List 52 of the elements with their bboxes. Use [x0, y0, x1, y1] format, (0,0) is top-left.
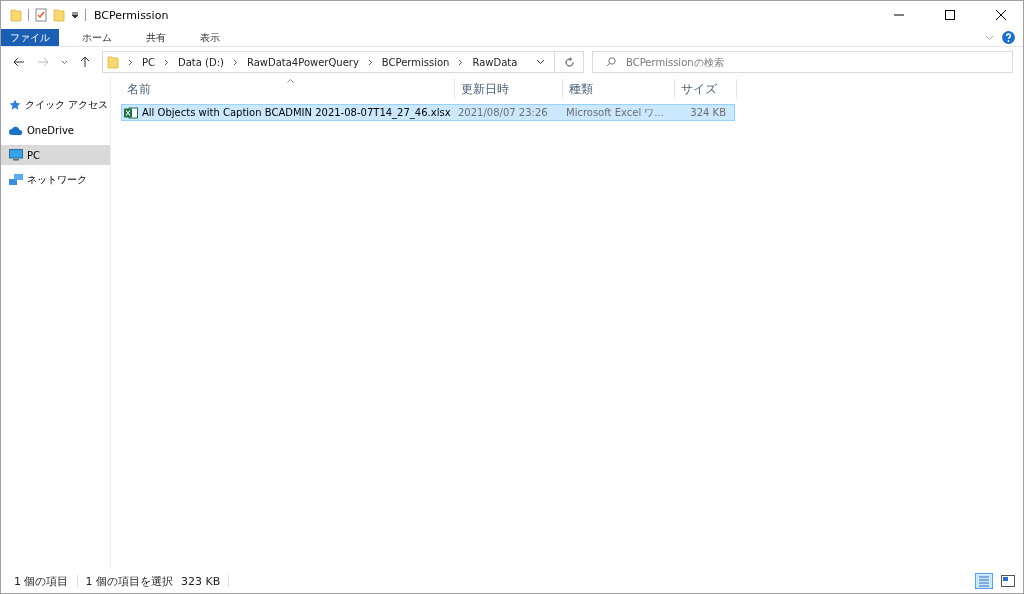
chevron-icon[interactable]: [164, 58, 169, 66]
file-type: Microsoft Excel ワ...: [565, 105, 665, 120]
star-icon: [9, 99, 21, 111]
monitor-icon: [9, 149, 23, 161]
breadcrumb[interactable]: BCPermission: [381, 56, 450, 68]
sidebar-item[interactable]: クイック アクセス: [1, 95, 110, 115]
back-arrow-icon[interactable]: [13, 57, 25, 67]
breadcrumb[interactable]: RawData: [472, 56, 518, 68]
selection-count: 1 個の項目を選択: [85, 573, 173, 589]
chevron-icon[interactable]: [367, 58, 373, 66]
folder-icon: [107, 55, 119, 69]
chevron-icon[interactable]: [128, 58, 133, 66]
ribbon-tab[interactable]: ファイル: [1, 29, 59, 46]
help-icon[interactable]: [1002, 31, 1015, 44]
dropdown-icon[interactable]: [71, 11, 79, 19]
file-row[interactable]: All Objects with Caption BCADMIN 2021-08-07T14_27_46.xlsx 2021/08/07 23:26 Microsoft Excel ワ... 324 KB: [121, 104, 735, 121]
search-icon: [606, 57, 616, 67]
column-header[interactable]: 種類: [563, 79, 675, 99]
selection-size: 323 KB: [181, 574, 221, 588]
file-name: All Objects with Caption BCADMIN 2021-08-07T14_27_46.xlsx: [142, 107, 451, 118]
ribbon-tab[interactable]: ホーム: [71, 29, 123, 46]
item-count: 1 個の項目: [14, 573, 69, 589]
close-icon[interactable]: [995, 10, 1006, 20]
breadcrumb[interactable]: PC: [142, 56, 155, 68]
history-dropdown-icon[interactable]: [536, 59, 545, 65]
ribbon-tab[interactable]: 表示: [189, 29, 231, 46]
window-title: BCPermission: [94, 8, 169, 22]
address-bar[interactable]: PC Data (D:) RawData4PowerQuery BCPermission RawData: [102, 51, 584, 73]
network-icon: [9, 174, 23, 186]
chevron-icon[interactable]: [232, 58, 238, 66]
search-field[interactable]: BCPermissionの検索: [592, 51, 1013, 73]
sort-indicator-icon: [287, 79, 294, 83]
ribbon-tab[interactable]: 共有: [135, 29, 177, 46]
refresh-icon[interactable]: [564, 56, 575, 68]
cloud-icon: [9, 125, 23, 135]
sidebar-item[interactable]: PC: [1, 145, 110, 165]
modified-date: 2021/08/07 23:26: [457, 107, 549, 118]
column-header[interactable]: 名前: [121, 79, 455, 99]
up-arrow-icon[interactable]: [80, 56, 90, 68]
maximize-icon[interactable]: [944, 10, 955, 20]
column-header[interactable]: 更新日時: [455, 79, 563, 99]
breadcrumb[interactable]: Data (D:): [178, 56, 224, 68]
properties-icon[interactable]: [35, 8, 47, 22]
recent-locations-icon[interactable]: [61, 59, 68, 65]
breadcrumb[interactable]: RawData4PowerQuery: [246, 56, 359, 68]
spreadsheet-file-icon: [124, 106, 138, 119]
large-icons-view-icon[interactable]: [1001, 575, 1015, 587]
chevron-icon[interactable]: [458, 58, 464, 66]
sidebar-item[interactable]: OneDrive: [1, 120, 110, 140]
file-size: 324 KB: [689, 107, 726, 118]
sidebar-item[interactable]: ネットワーク: [1, 170, 110, 190]
column-header[interactable]: サイズ: [675, 79, 737, 99]
